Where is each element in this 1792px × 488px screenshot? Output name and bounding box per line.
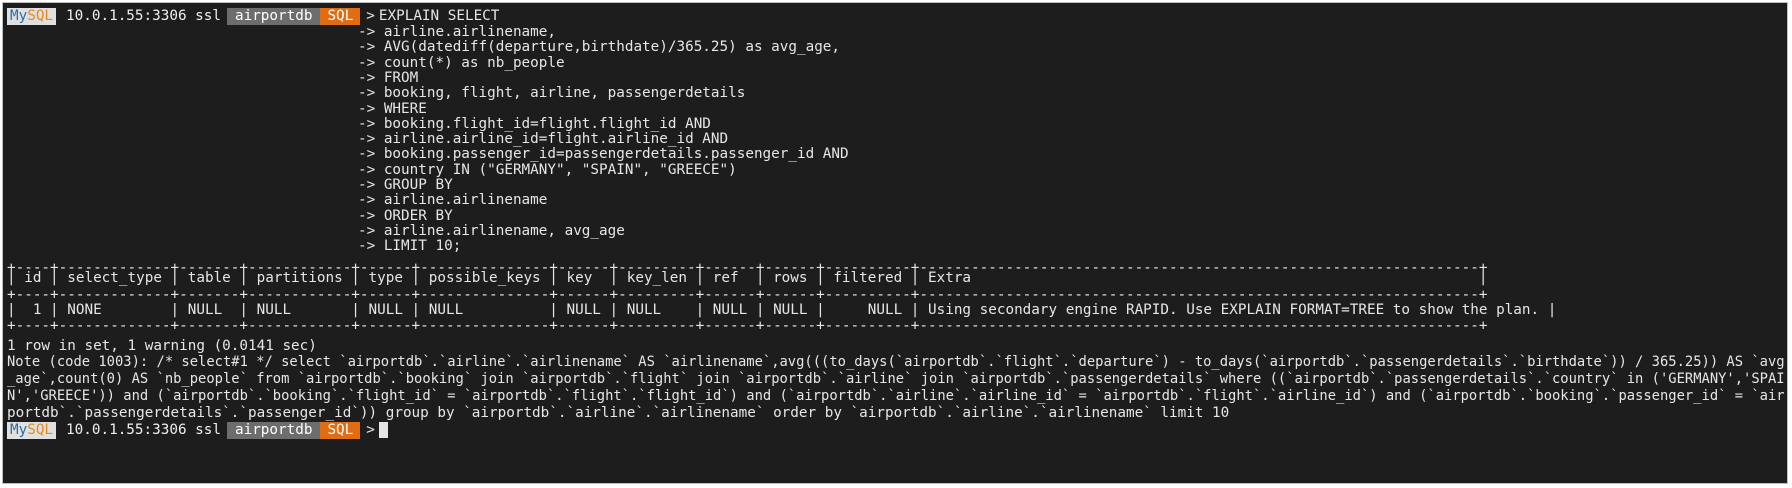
mysql-badge-sql: SQL [27, 421, 54, 438]
mysql-badge: MySQL [7, 421, 57, 439]
query-line-text: booking, flight, airline, passengerdetai… [383, 85, 746, 102]
mysql-badge-my: My [10, 421, 28, 438]
query-line: -> LIMIT 10; [358, 237, 461, 255]
prompt-arrow: > [366, 422, 375, 438]
query-line-text: LIMIT 10; [383, 238, 462, 255]
terminal-window[interactable]: MySQL 10.0.1.55:3306 ssl airportdb SQL >… [2, 2, 1788, 484]
note-line-3: N','GREECE')) and (`airportdb`.`booking`… [7, 388, 1785, 404]
mysql-badge-my: My [10, 7, 28, 24]
host-label: 10.0.1.55:3306 ssl [66, 7, 221, 24]
database-badge: airportdb [226, 421, 321, 439]
mysql-badge-sql: SQL [27, 7, 54, 24]
host-label: 10.0.1.55:3306 ssl [66, 421, 221, 438]
mode-badge: SQL [320, 7, 361, 25]
table-header-row: | id | select_type | table | partitions … [7, 270, 1488, 286]
table-border-bottom: +----+-------------+-------+------------… [7, 318, 1488, 334]
database-badge: airportdb [226, 7, 321, 25]
prompt-line-2[interactable]: MySQL 10.0.1.55:3306 ssl airportdb SQL > [7, 421, 388, 439]
note-line-1: Note (code 1003): /* select#1 */ select … [7, 354, 1785, 370]
mysql-badge: MySQL [7, 7, 57, 25]
note-line-4: portdb`.`passengerdetails`.`passenger_id… [7, 405, 1230, 421]
continuation-prompt: -> [358, 238, 376, 255]
text-cursor[interactable] [378, 422, 388, 438]
note-line-2: _age`,count(0) AS `nb_people` from `airp… [7, 371, 1785, 387]
mode-badge: SQL [320, 421, 361, 439]
